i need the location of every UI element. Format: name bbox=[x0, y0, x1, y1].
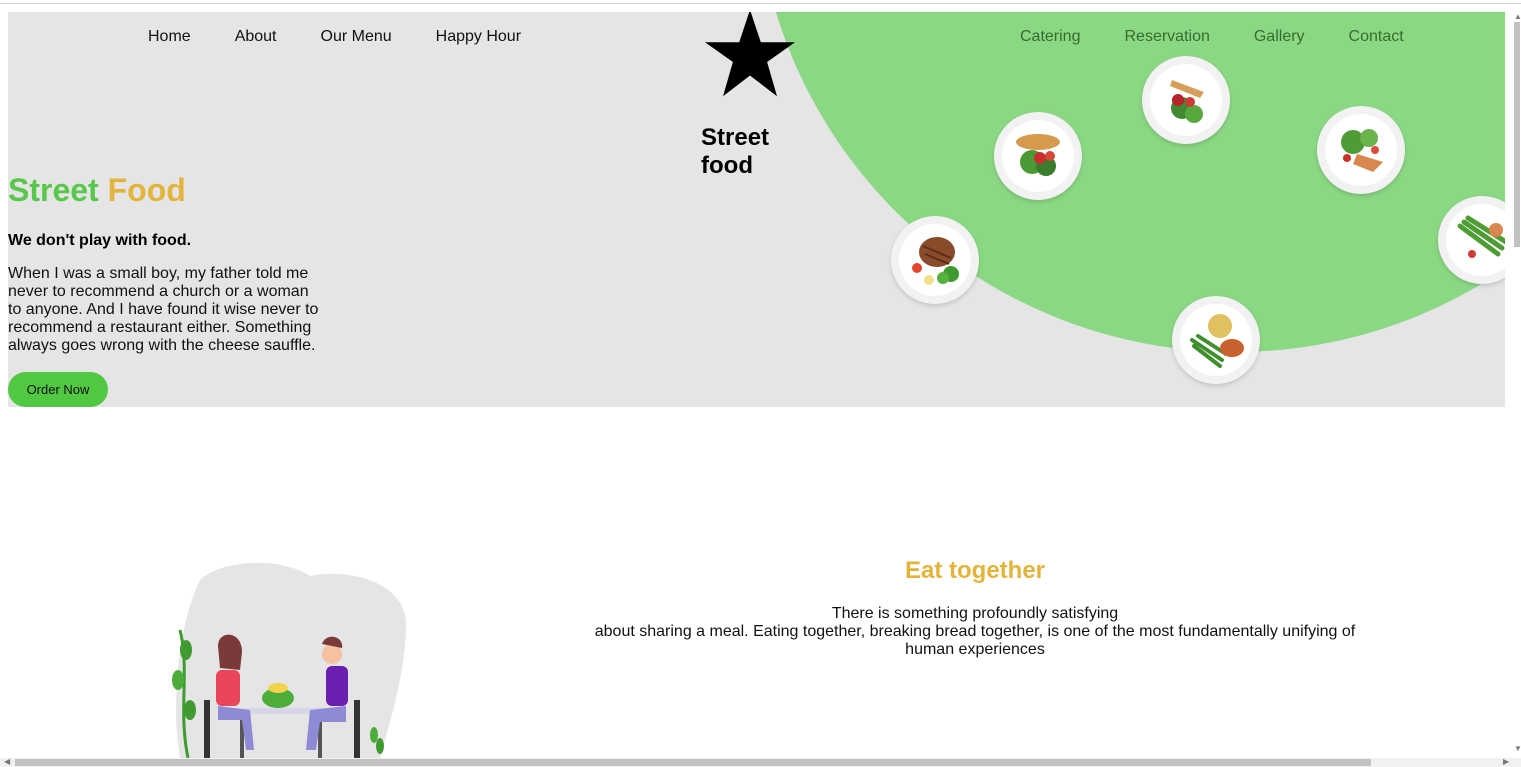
nav-gallery-link[interactable]: Gallery bbox=[1254, 28, 1305, 46]
scroll-left-icon[interactable]: ◀ bbox=[4, 757, 10, 766]
food-plate-steak bbox=[891, 216, 979, 304]
scroll-right-icon[interactable]: ▶ bbox=[1503, 757, 1509, 766]
star-icon bbox=[705, 12, 795, 97]
vertical-scrollbar-thumb[interactable] bbox=[1514, 22, 1520, 247]
logo-line-2: food bbox=[701, 152, 753, 179]
horizontal-scrollbar[interactable]: ◀ ▶ bbox=[0, 757, 1521, 767]
nav-about-link[interactable]: About bbox=[235, 28, 277, 46]
eating-together-illustration bbox=[172, 562, 407, 758]
hero-quote: When I was a small boy, my father told m… bbox=[8, 265, 319, 354]
browser-top-border bbox=[0, 3, 1521, 4]
nav-contact-link[interactable]: Contact bbox=[1349, 28, 1404, 46]
nav-our-menu-link[interactable]: Our Menu bbox=[321, 28, 392, 46]
horizontal-scrollbar-thumb[interactable] bbox=[15, 759, 1371, 766]
vertical-scrollbar[interactable]: ▲ ▼ bbox=[1513, 12, 1521, 753]
logo-text[interactable]: Street food bbox=[701, 124, 791, 180]
hero-title: Street Food bbox=[8, 172, 186, 209]
section-text-line-1: There is something profoundly satisfying bbox=[831, 605, 1119, 622]
food-plate-fish-salad bbox=[1142, 56, 1230, 144]
decorative-green-circle bbox=[755, 12, 1505, 352]
scroll-up-icon[interactable]: ▲ bbox=[1514, 12, 1521, 21]
hero-title-street: Street bbox=[8, 172, 99, 208]
food-plate-salmon-salad bbox=[1317, 106, 1405, 194]
hero-title-food: Food bbox=[107, 172, 186, 208]
food-plate-beans-chicken bbox=[1172, 296, 1260, 384]
nav-home-link[interactable]: Home bbox=[148, 28, 191, 46]
hero-tagline: We don't play with food. bbox=[8, 232, 192, 249]
food-plate-salad-bread bbox=[994, 112, 1082, 200]
section-text-line-2: about sharing a meal. Eating together, b… bbox=[594, 623, 1356, 640]
section-title: Eat together bbox=[904, 557, 1045, 584]
logo-line-1: Street bbox=[701, 124, 770, 151]
nav-left: Home About Our Menu Happy Hour bbox=[148, 28, 565, 46]
section-text: There is something profoundly satisfying… bbox=[590, 605, 1360, 659]
nav-catering-link[interactable]: Catering bbox=[1020, 28, 1080, 46]
order-now-button[interactable]: Order Now bbox=[8, 372, 108, 407]
nav-happy-hour-link[interactable]: Happy Hour bbox=[436, 28, 521, 46]
scroll-down-icon[interactable]: ▼ bbox=[1514, 744, 1521, 753]
section-text-line-3: human experiences bbox=[905, 641, 1045, 658]
nav-right: Catering Reservation Gallery Contact bbox=[1020, 28, 1448, 46]
hero-section: Home About Our Menu Happy Hour Street fo… bbox=[8, 12, 1505, 407]
nav-reservation-link[interactable]: Reservation bbox=[1124, 28, 1209, 46]
